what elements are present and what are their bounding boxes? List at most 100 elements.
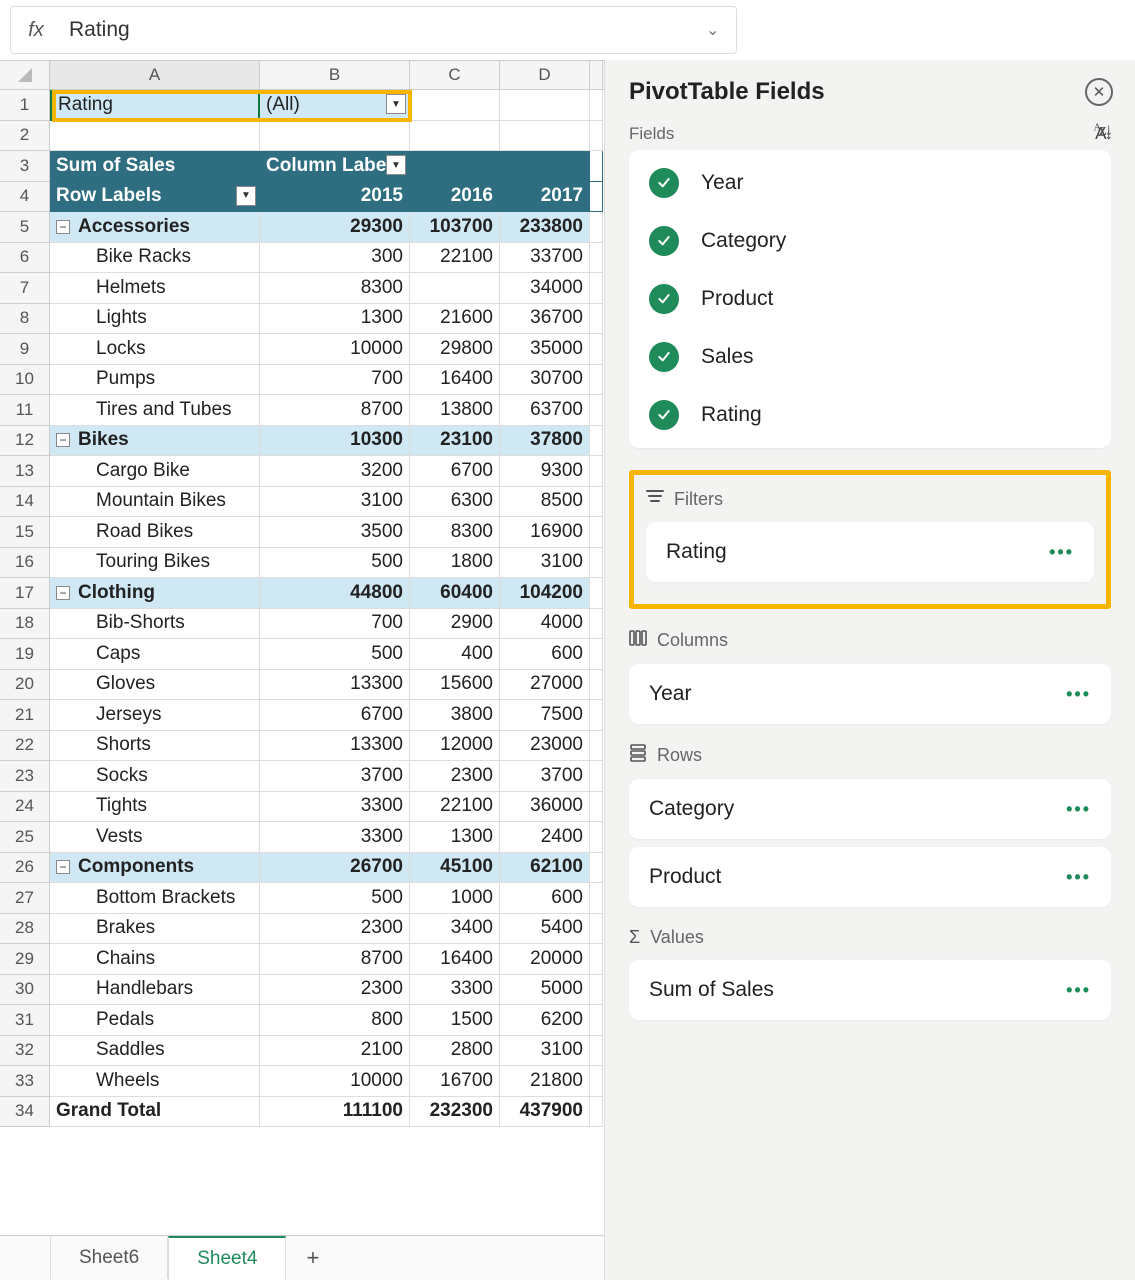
cell[interactable]	[590, 517, 603, 548]
cell[interactable]: 23100	[410, 426, 500, 457]
row-header[interactable]: 5	[0, 212, 50, 243]
field-item[interactable]: Rating	[629, 386, 1111, 444]
zone-item[interactable]: Rating•••	[646, 522, 1094, 582]
cell[interactable]: 2900	[410, 609, 500, 640]
row-header[interactable]: 29	[0, 944, 50, 975]
row-header[interactable]: 34	[0, 1097, 50, 1128]
cell[interactable]: 10000	[260, 334, 410, 365]
cell[interactable]: 15600	[410, 670, 500, 701]
cell[interactable]	[500, 121, 590, 152]
chevron-down-icon[interactable]: ⌄	[706, 20, 736, 40]
col-header-blank[interactable]	[590, 61, 603, 89]
cell[interactable]: 21800	[500, 1066, 590, 1097]
cell[interactable]: 6700	[260, 700, 410, 731]
cell[interactable]: 400	[410, 639, 500, 670]
cell[interactable]: 62100	[500, 853, 590, 884]
cell[interactable]: 8300	[260, 273, 410, 304]
cell[interactable]: −Accessories	[50, 212, 260, 243]
cell[interactable]	[590, 883, 603, 914]
cell[interactable]: Jerseys	[50, 700, 260, 731]
field-item[interactable]: Product	[629, 270, 1111, 328]
more-icon[interactable]: •••	[1066, 980, 1091, 1001]
cell[interactable]: 2400	[500, 822, 590, 853]
cell[interactable]: 3200	[260, 456, 410, 487]
cell[interactable]	[590, 792, 603, 823]
row-header[interactable]: 24	[0, 792, 50, 823]
cell[interactable]	[590, 151, 603, 182]
cell[interactable]: 1000	[410, 883, 500, 914]
cell[interactable]: 6200	[500, 1005, 590, 1036]
collapse-icon[interactable]: −	[56, 433, 70, 447]
formula-bar[interactable]: fx Rating ⌄	[10, 6, 737, 54]
cell[interactable]: Rating	[50, 90, 260, 121]
zone-item[interactable]: Sum of Sales•••	[629, 960, 1111, 1020]
cell[interactable]: Handlebars	[50, 975, 260, 1006]
row-header[interactable]: 11	[0, 395, 50, 426]
formula-value[interactable]: Rating	[61, 18, 706, 42]
cell[interactable]: Road Bikes	[50, 517, 260, 548]
row-header[interactable]: 32	[0, 1036, 50, 1067]
col-header-B[interactable]: B	[260, 61, 410, 89]
cell[interactable]	[590, 731, 603, 762]
row-header[interactable]: 21	[0, 700, 50, 731]
cell[interactable]	[410, 121, 500, 152]
cell[interactable]	[590, 90, 603, 121]
sort-az-icon[interactable]: ᴬz↓	[1094, 120, 1111, 140]
cell[interactable]: 16700	[410, 1066, 500, 1097]
cell[interactable]: 35000	[500, 334, 590, 365]
cell[interactable]: 3500	[260, 517, 410, 548]
cell[interactable]: 12000	[410, 731, 500, 762]
add-sheet-button[interactable]: +	[286, 1235, 339, 1280]
cell[interactable]: Helmets	[50, 273, 260, 304]
cell[interactable]: 2017	[500, 182, 590, 213]
cell[interactable]	[590, 426, 603, 457]
cell[interactable]: Saddles	[50, 1036, 260, 1067]
zone-item[interactable]: Category•••	[629, 779, 1111, 839]
row-header[interactable]: 27	[0, 883, 50, 914]
cell[interactable]: 37800	[500, 426, 590, 457]
row-header[interactable]: 20	[0, 670, 50, 701]
cell[interactable]: 10300	[260, 426, 410, 457]
row-header[interactable]: 6	[0, 243, 50, 274]
row-header[interactable]: 28	[0, 914, 50, 945]
cell[interactable]: 3300	[260, 822, 410, 853]
row-dropdown-icon[interactable]: ▼	[236, 186, 256, 206]
cell[interactable]: 500	[260, 639, 410, 670]
cell[interactable]	[590, 1066, 603, 1097]
cell[interactable]: 29800	[410, 334, 500, 365]
cell[interactable]: 6700	[410, 456, 500, 487]
cell[interactable]	[590, 273, 603, 304]
cell[interactable]	[590, 700, 603, 731]
cell[interactable]: 3300	[410, 975, 500, 1006]
cell[interactable]	[590, 578, 603, 609]
cell[interactable]	[590, 548, 603, 579]
cell[interactable]: 500	[260, 548, 410, 579]
cell[interactable]: 103700	[410, 212, 500, 243]
cell[interactable]	[590, 761, 603, 792]
cell[interactable]: 600	[500, 639, 590, 670]
cell[interactable]: Gloves	[50, 670, 260, 701]
col-header-C[interactable]: C	[410, 61, 500, 89]
cell[interactable]: 3100	[500, 548, 590, 579]
close-icon[interactable]: ✕	[1085, 78, 1113, 106]
row-header[interactable]: 10	[0, 365, 50, 396]
cell[interactable]: 8500	[500, 487, 590, 518]
cell[interactable]: 4000	[500, 609, 590, 640]
cell[interactable]: Bib-Shorts	[50, 609, 260, 640]
row-header[interactable]: 7	[0, 273, 50, 304]
row-header[interactable]: 19	[0, 639, 50, 670]
cell[interactable]: 8700	[260, 395, 410, 426]
cell[interactable]	[590, 609, 603, 640]
cell[interactable]	[590, 944, 603, 975]
more-icon[interactable]: •••	[1049, 542, 1074, 563]
row-header[interactable]: 30	[0, 975, 50, 1006]
cell[interactable]: 8300	[410, 517, 500, 548]
row-header[interactable]: 31	[0, 1005, 50, 1036]
cell[interactable]: Lights	[50, 304, 260, 335]
row-header[interactable]: 22	[0, 731, 50, 762]
cell[interactable]	[590, 243, 603, 274]
cell[interactable]: Tires and Tubes	[50, 395, 260, 426]
cell[interactable]: 26700	[260, 853, 410, 884]
cell[interactable]: 9300	[500, 456, 590, 487]
row-header[interactable]: 1	[0, 90, 50, 121]
